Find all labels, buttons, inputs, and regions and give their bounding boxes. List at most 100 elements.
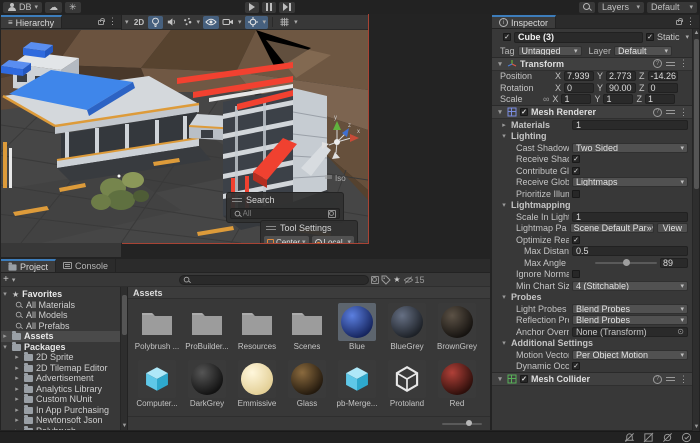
orientation-dropdown[interactable]: Local▾	[312, 236, 354, 243]
foldout-arrow[interactable]	[496, 108, 504, 116]
asset-item[interactable]: Scenes	[282, 303, 332, 360]
asset-item[interactable]: ProBuilder...	[182, 303, 232, 360]
foldout-arrow[interactable]	[13, 353, 21, 361]
layer-dropdown[interactable]: Default	[614, 46, 672, 56]
breadcrumb[interactable]: Assets	[128, 287, 490, 299]
kebab-menu-icon[interactable]: ⋮	[679, 374, 688, 385]
tree-item-favorites[interactable]: ★Favorites	[1, 289, 127, 300]
position-x-field[interactable]: 7.939	[564, 71, 594, 81]
foldout-arrow[interactable]	[13, 406, 21, 414]
create-asset-button[interactable]: +▾	[3, 274, 15, 285]
prioritize-checkbox[interactable]	[572, 190, 580, 198]
foldout-arrow[interactable]	[13, 364, 21, 372]
tree-item-2d-tilemap[interactable]: 2D Tilemap Editor	[1, 363, 127, 374]
help-icon[interactable]: ?	[653, 375, 662, 384]
foldout-arrow[interactable]	[1, 343, 9, 351]
scrollbar-thumb[interactable]	[694, 39, 699, 189]
tree-item-all-prefabs[interactable]: All Prefabs	[1, 321, 127, 332]
project-search-input[interactable]	[193, 275, 365, 284]
tab-project[interactable]: Project	[1, 259, 56, 272]
light-probes-dropdown[interactable]: Blend Probes	[572, 304, 688, 314]
drag-handle-icon[interactable]	[266, 226, 276, 230]
tab-inspector[interactable]: i Inspector	[492, 15, 556, 28]
scroll-down-arrow[interactable]: ▼	[121, 423, 128, 429]
scene-search-input[interactable]	[243, 209, 326, 218]
additional-settings-foldout[interactable]: Additional Settings	[511, 338, 688, 348]
scrollbar-thumb[interactable]	[122, 295, 127, 335]
scene-viewport[interactable]: y x z Iso Search Tool Settings Cen	[1, 30, 368, 243]
link-scale-icon[interactable]: ∞	[543, 94, 549, 104]
foldout-arrow[interactable]	[496, 60, 504, 68]
foldout-arrow[interactable]	[13, 427, 21, 430]
asset-item[interactable]: BlueGrey	[382, 303, 432, 360]
kebab-menu-icon[interactable]: ⋮	[679, 58, 688, 69]
max-distance-field[interactable]: 0.5	[572, 246, 688, 256]
tab-console[interactable]: Console	[56, 259, 116, 272]
asset-item-selected[interactable]: Blue	[332, 303, 382, 360]
kebab-menu-icon[interactable]: ⋮	[108, 16, 117, 27]
inspector-scrollbar[interactable]: ▲ ▼	[692, 29, 699, 431]
gizmos-dropdown[interactable]: ▾	[245, 16, 269, 29]
grid-settings-dropdown[interactable]: ▾	[277, 16, 300, 29]
receive-shadows-checkbox[interactable]	[572, 155, 580, 163]
anchor-override-field[interactable]: None (Transform)⊙	[572, 327, 688, 337]
project-search[interactable]	[179, 275, 369, 285]
tree-item-analytics[interactable]: Analytics Library	[1, 384, 127, 395]
lighting-foldout[interactable]: Lighting	[511, 131, 688, 141]
max-angle-field[interactable]: 89	[660, 258, 688, 268]
scene-search-field[interactable]	[230, 208, 340, 219]
scale-z-field[interactable]: 1	[645, 94, 675, 104]
favorites-filter-icon[interactable]: ★	[393, 275, 400, 284]
receive-gi-dropdown[interactable]: Lightmaps	[572, 177, 688, 187]
position-y-field[interactable]: 2.773	[606, 71, 636, 81]
kebab-menu-icon[interactable]: ⋮	[679, 107, 688, 118]
refresh-disabled-icon[interactable]	[662, 432, 673, 443]
component-enabled-checkbox[interactable]	[520, 108, 528, 116]
mesh-collider-header[interactable]: Mesh Collider ?⋮	[492, 372, 692, 386]
tab-hierarchy[interactable]: ≡ Hierarchy	[1, 15, 62, 28]
transform-header[interactable]: Transform ?⋮	[492, 57, 692, 71]
preset-icon[interactable]	[666, 108, 675, 116]
max-angle-slider[interactable]	[595, 262, 657, 264]
cast-shadows-dropdown[interactable]: Two Sided	[572, 143, 688, 153]
lightmap-params-dropdown[interactable]: Scene Default Par»	[570, 223, 654, 233]
optimize-realtime-checkbox[interactable]	[572, 236, 580, 244]
lock-icon[interactable]	[98, 20, 104, 25]
object-name-input[interactable]	[514, 32, 643, 43]
dynamic-occlusion-checkbox[interactable]	[572, 362, 580, 370]
position-z-field[interactable]: -14.26	[648, 71, 678, 81]
audio-toggle-button[interactable]	[164, 16, 179, 29]
camera-dropdown[interactable]: ▾	[220, 16, 244, 29]
lighting-toggle-button[interactable]	[148, 16, 163, 29]
project-tree-scrollbar[interactable]: ▼	[120, 287, 127, 430]
preset-icon[interactable]	[666, 375, 675, 383]
bell-muted-icon[interactable]	[624, 432, 635, 443]
step-button[interactable]	[279, 2, 295, 13]
pivot-mode-dropdown[interactable]: Center▾	[264, 236, 309, 243]
cloud-button[interactable]: ☁	[45, 2, 62, 13]
asset-item[interactable]: DarkGrey	[182, 360, 232, 416]
scale-in-lightmap-field[interactable]: 1	[572, 212, 688, 222]
min-chart-dropdown[interactable]: 4 (Stitchable)	[572, 281, 688, 291]
account-button[interactable]: DB ▾	[3, 2, 42, 13]
scroll-down-arrow[interactable]: ▼	[693, 424, 699, 430]
asset-item[interactable]: Polybrush ...	[132, 303, 182, 360]
label-filter-icon[interactable]	[381, 275, 391, 285]
tree-item-polybrush[interactable]: Polybrush	[1, 426, 127, 431]
view-button[interactable]: View	[657, 223, 688, 233]
asset-item[interactable]: Red	[432, 360, 482, 416]
asset-item[interactable]: Protoland	[382, 360, 432, 416]
asset-item[interactable]: BrownGrey	[432, 303, 482, 360]
search-by-type-icon[interactable]	[371, 276, 379, 284]
kebab-menu-icon[interactable]: ⋮	[686, 16, 695, 27]
foldout-arrow[interactable]	[13, 385, 21, 393]
tag-dropdown[interactable]: Untagged	[518, 46, 582, 56]
scale-y-field[interactable]: 1	[603, 94, 633, 104]
tree-item-all-models[interactable]: All Models	[1, 310, 127, 321]
reflection-probes-dropdown[interactable]: Blend Probes	[572, 315, 688, 325]
thumbnail-size-slider[interactable]	[442, 423, 482, 425]
static-flags-dropdown[interactable]: ▾	[686, 33, 690, 41]
tree-item-advertisement[interactable]: Advertisement	[1, 373, 127, 384]
scroll-up-arrow[interactable]: ▲	[693, 30, 699, 36]
contribute-gi-checkbox[interactable]	[572, 167, 580, 175]
